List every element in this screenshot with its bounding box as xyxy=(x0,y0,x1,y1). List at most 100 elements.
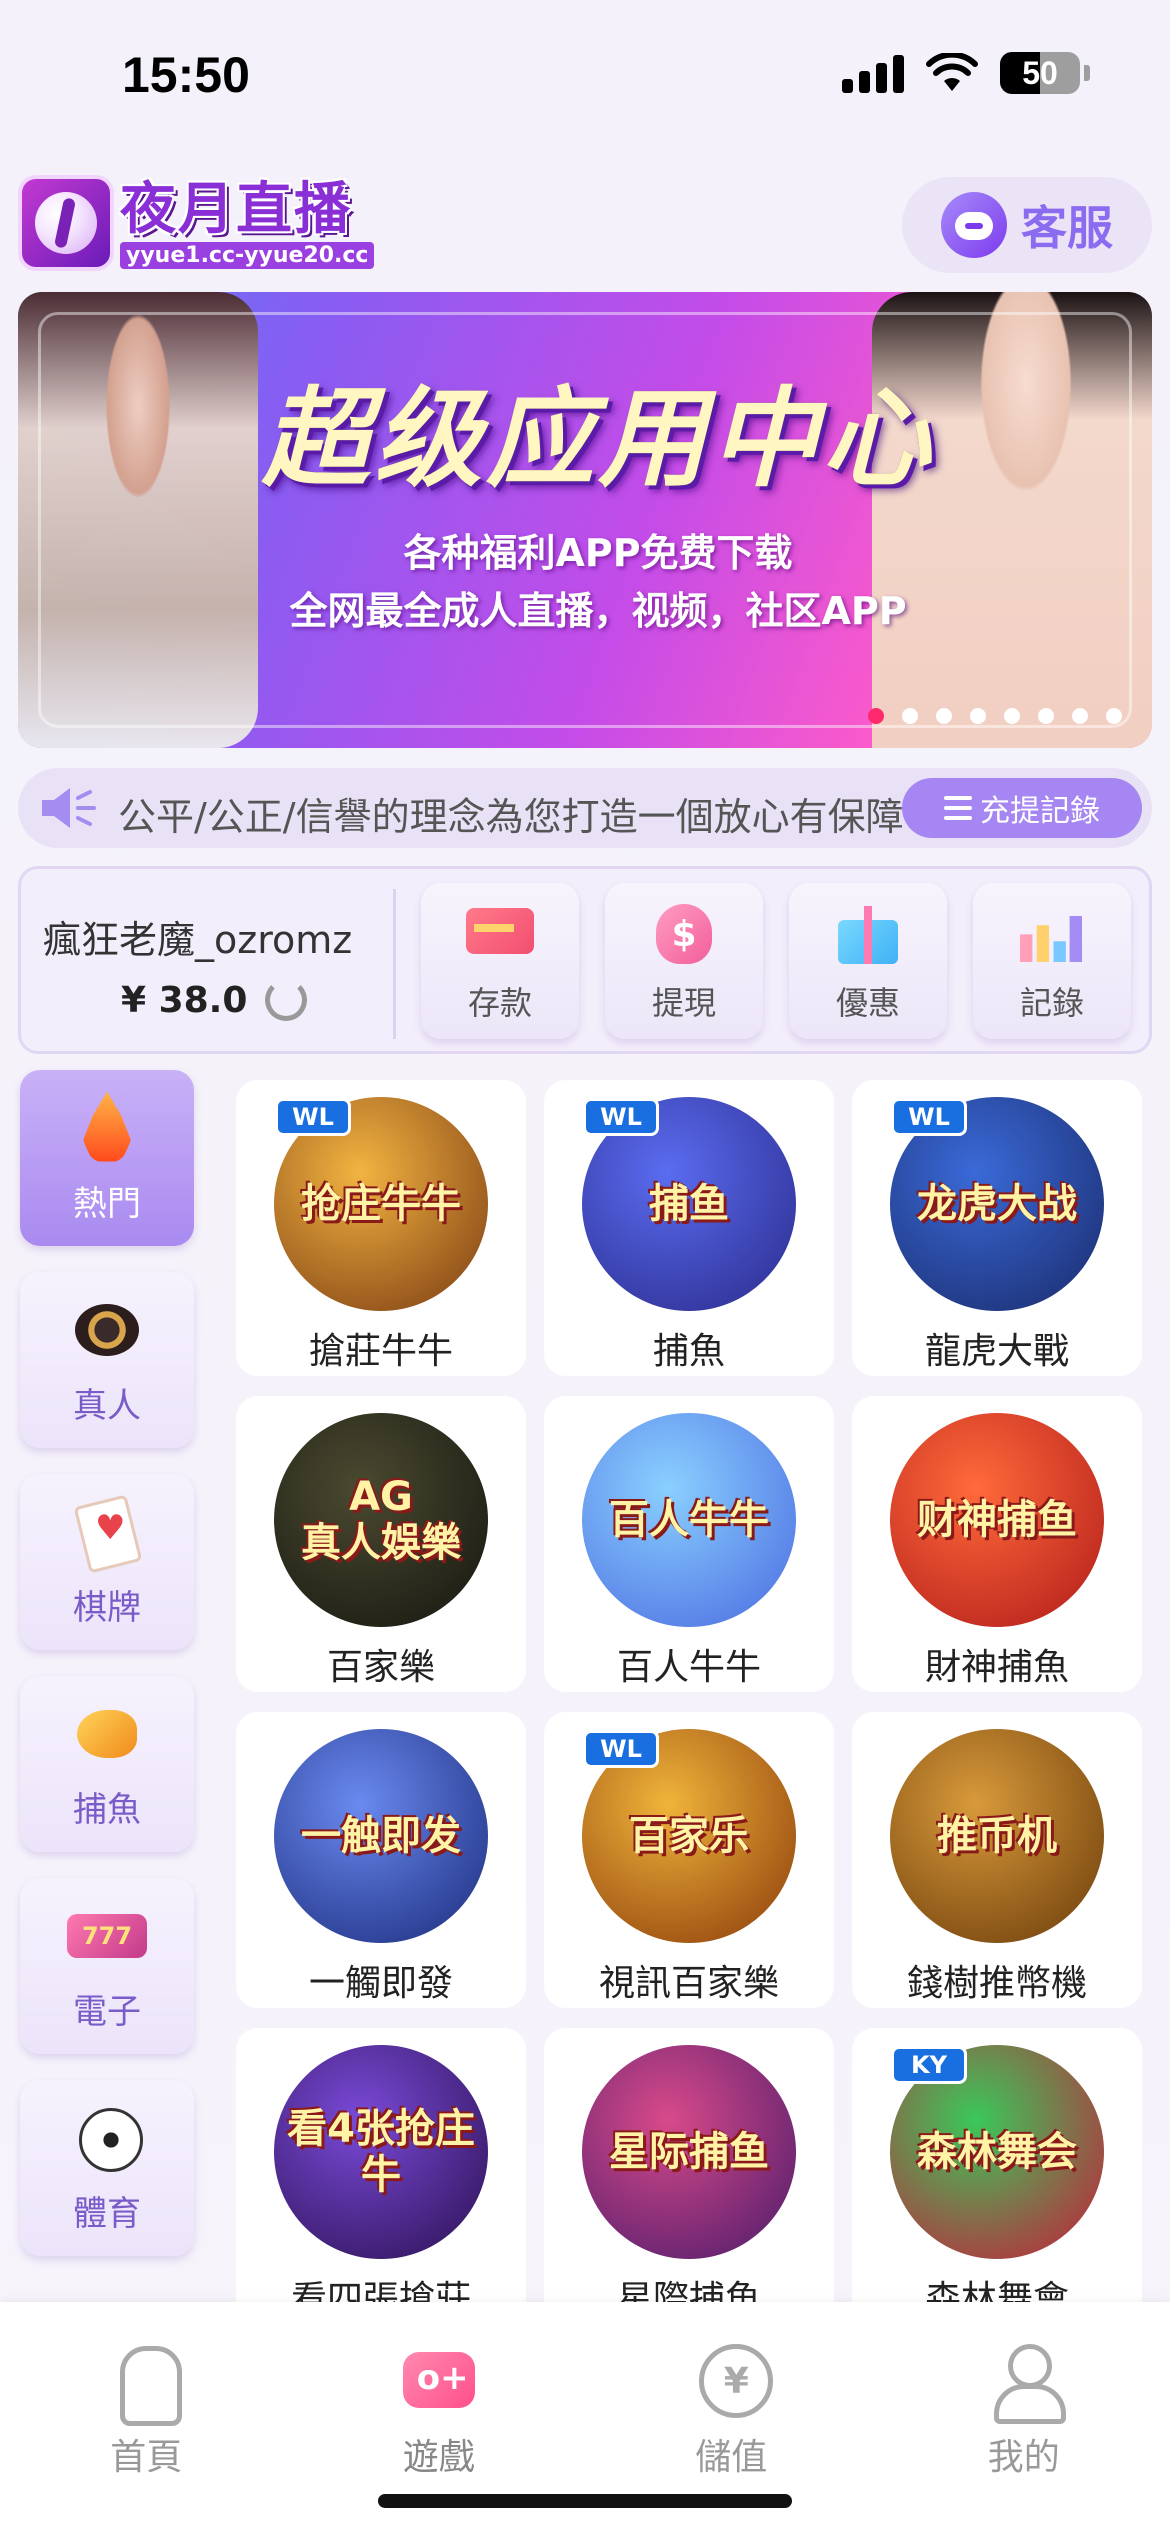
provider-badge: WL xyxy=(583,1098,659,1136)
category-live[interactable]: 真人 xyxy=(20,1272,194,1448)
bank-card-icon xyxy=(460,898,540,968)
customer-service-button[interactable]: 客服 xyxy=(902,177,1152,273)
banner-dot[interactable] xyxy=(936,708,952,724)
category-label: 熱門 xyxy=(73,1183,141,1224)
battery-level: 50 xyxy=(1022,54,1058,91)
gamepad-icon xyxy=(399,2340,479,2420)
customer-service-label: 客服 xyxy=(1021,201,1113,255)
user-wallet-panel: 瘋狂老魔_ozromz ¥ 38.0 存款 提現 優惠 記錄 xyxy=(18,866,1152,1054)
speaker-icon xyxy=(42,788,96,828)
promo-banner[interactable]: 超级应用中心 各种福利APP免费下载 全网最全成人直播，视频，社区APP xyxy=(18,292,1152,748)
category-label: 電子 xyxy=(73,1991,141,2032)
category-fishing[interactable]: 捕魚 xyxy=(20,1676,194,1852)
game-thumbnail-title: 推币机 xyxy=(937,1813,1057,1859)
records-label: 記錄 xyxy=(1019,984,1084,1022)
logo-subtitle: yyue1.cc-yyue20.cc xyxy=(120,241,375,269)
refresh-icon[interactable] xyxy=(265,979,308,1021)
banner-dot[interactable] xyxy=(1106,708,1122,724)
game-thumbnail: 财神捕鱼 xyxy=(890,1413,1104,1627)
category-label: 捕魚 xyxy=(73,1789,141,1830)
banner-line2: 全网最全成人直播，视频，社区APP xyxy=(289,589,907,633)
withdraw-label: 提現 xyxy=(651,984,716,1022)
promotions-label: 優惠 xyxy=(835,984,900,1022)
category-label: 棋牌 xyxy=(73,1587,141,1628)
banner-dot[interactable] xyxy=(868,708,884,724)
category-hot[interactable]: 熱門 xyxy=(20,1070,194,1246)
game-card[interactable]: KY 森林舞会 森林舞會 xyxy=(852,2028,1142,2324)
user-icon xyxy=(984,2340,1066,2424)
game-thumbnail: 百人牛牛 xyxy=(582,1413,796,1627)
withdraw-button[interactable]: 提現 xyxy=(605,883,763,1039)
fire-icon xyxy=(67,1092,147,1164)
game-thumbnail-title: 财神捕鱼 xyxy=(917,1497,1077,1543)
game-thumbnail-title: 百人牛牛 xyxy=(609,1497,769,1543)
deposit-withdraw-records-button[interactable]: 充提記錄 xyxy=(902,778,1142,838)
banner-dot[interactable] xyxy=(1004,708,1020,724)
game-card[interactable]: WL 龙虎大战龍虎大戰 xyxy=(852,1080,1142,1376)
game-card[interactable]: 百人牛牛 百人牛牛 xyxy=(544,1396,834,1692)
banner-line1: 各种福利APP免费下载 xyxy=(403,531,793,575)
game-card[interactable]: 推币机 錢樹推幣機 xyxy=(852,1712,1142,2008)
provider-badge: KY xyxy=(891,2046,967,2084)
nav-home[interactable]: 首頁 xyxy=(0,2302,293,2532)
game-card[interactable]: 看4张抢庄牛 看四張搶莊 xyxy=(236,2028,526,2324)
status-icons: 50 xyxy=(842,52,1090,94)
category-label: 真人 xyxy=(73,1385,141,1426)
records-label: 充提記錄 xyxy=(980,794,1100,829)
username: 瘋狂老魔_ozromz xyxy=(43,918,353,962)
app-header: 夜月直播 yyue1.cc-yyue20.cc 客服 xyxy=(0,165,1170,285)
fish-icon xyxy=(67,1698,147,1770)
category-sports[interactable]: 體育 xyxy=(20,2080,194,2256)
game-card[interactable]: 星际捕鱼 星際捕魚 xyxy=(544,2028,834,2324)
game-thumbnail-title: 抢庄牛牛 xyxy=(301,1181,461,1227)
game-card[interactable]: WL 捕鱼 捕魚 xyxy=(544,1080,834,1376)
balance-row: ¥ 38.0 xyxy=(121,979,308,1021)
banner-dot[interactable] xyxy=(1038,708,1054,724)
game-thumbnail-title: 星际捕鱼 xyxy=(609,2129,769,2175)
game-name: 搶莊牛牛 xyxy=(308,1331,453,1372)
game-name: 錢樹推幣機 xyxy=(906,1963,1087,2004)
announcement-text: 公平/公正/信譽的理念為您打造一個放心有保障 xyxy=(118,795,904,839)
wallet-icon xyxy=(691,2340,774,2420)
game-card[interactable]: 一触即发 一觸即發 xyxy=(236,1712,526,2008)
banner-dot[interactable] xyxy=(1072,708,1088,724)
game-thumbnail-title: 龙虎大战 xyxy=(917,1181,1077,1227)
list-icon xyxy=(944,796,972,820)
banner-dot[interactable] xyxy=(902,708,918,724)
game-card[interactable]: WL 百家乐 視訊百家樂 xyxy=(544,1712,834,2008)
nav-label: 儲值 xyxy=(695,2437,768,2478)
deposit-label: 存款 xyxy=(467,984,532,1022)
announcement-marquee: 公平/公正/信譽的理念為您打造一個放心有保障 充提記錄 xyxy=(18,768,1152,848)
game-name: 百人牛牛 xyxy=(616,1647,761,1688)
game-card[interactable]: WL 抢庄牛牛 搶莊牛牛 xyxy=(236,1080,526,1376)
category-slots[interactable]: 電子 xyxy=(20,1878,194,2054)
app-logo[interactable]: 夜月直播 yyue1.cc-yyue20.cc xyxy=(18,175,375,271)
home-indicator[interactable] xyxy=(378,2494,792,2508)
logo-moon-icon xyxy=(18,175,114,271)
wifi-icon xyxy=(926,53,978,91)
logo-title: 夜月直播 xyxy=(120,176,352,242)
game-card[interactable]: 财神捕鱼 財神捕魚 xyxy=(852,1396,1142,1692)
provider-badge: WL xyxy=(891,1098,967,1136)
nav-profile[interactable]: 我的 xyxy=(878,2302,1170,2532)
signal-icon xyxy=(842,53,904,93)
records-button[interactable]: 記錄 xyxy=(973,883,1131,1039)
promotions-button[interactable]: 優惠 xyxy=(789,883,947,1039)
deposit-button[interactable]: 存款 xyxy=(421,883,579,1039)
game-name: 視訊百家樂 xyxy=(598,1963,779,2004)
game-name: 龍虎大戰 xyxy=(924,1331,1069,1372)
balance-amount: ¥ 38.0 xyxy=(121,979,248,1021)
game-card[interactable]: AG 真人娛樂 百家樂 xyxy=(236,1396,526,1692)
game-thumbnail-title: 捕鱼 xyxy=(649,1181,729,1227)
game-thumbnail: 一触即发 xyxy=(274,1729,488,1943)
game-name: 財神捕魚 xyxy=(924,1647,1069,1688)
banner-pagination[interactable] xyxy=(868,708,1122,724)
game-thumbnail-title: 森林舞会 xyxy=(917,2129,1077,2175)
banner-dot[interactable] xyxy=(970,708,986,724)
soccer-ball-icon xyxy=(67,2102,147,2174)
chip-icon xyxy=(67,1294,147,1366)
category-cards[interactable]: 棋牌 xyxy=(20,1474,194,1650)
provider-badge: WL xyxy=(583,1730,659,1768)
battery-icon: 50 xyxy=(1000,52,1080,94)
nav-label: 我的 xyxy=(987,2437,1060,2478)
